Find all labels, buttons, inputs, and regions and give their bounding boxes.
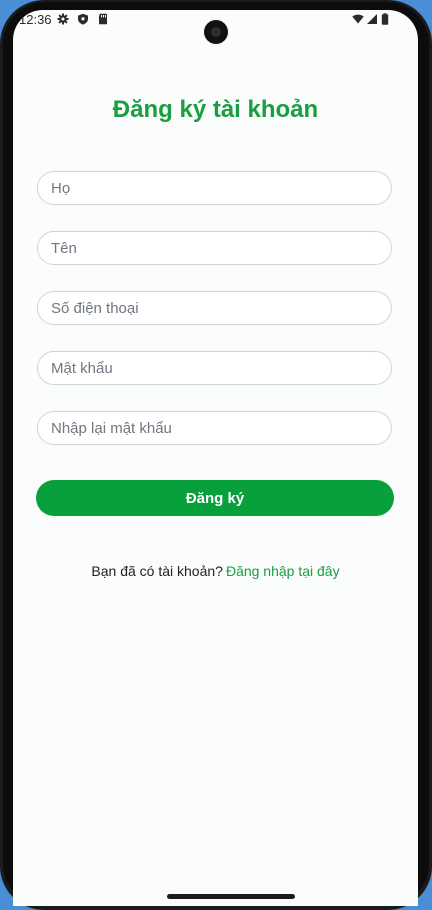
phone-frame: 12:36 bbox=[0, 0, 432, 910]
camera-lens bbox=[211, 27, 221, 37]
login-link[interactable]: Đăng nhập tại đây bbox=[226, 563, 340, 579]
gear-icon bbox=[57, 13, 69, 25]
confirm-password-input[interactable] bbox=[37, 411, 392, 445]
first-name-input[interactable] bbox=[37, 231, 392, 265]
login-prompt: Bạn đã có tài khoản?Đăng nhập tại đây bbox=[13, 563, 418, 579]
signal-icon bbox=[366, 13, 378, 25]
password-input[interactable] bbox=[37, 351, 392, 385]
login-question: Bạn đã có tài khoản? bbox=[91, 563, 223, 579]
shield-icon bbox=[77, 13, 89, 25]
phone-input[interactable] bbox=[37, 291, 392, 325]
sd-card-icon bbox=[97, 13, 109, 25]
app-screen: 12:36 bbox=[13, 10, 418, 890]
home-indicator[interactable] bbox=[167, 894, 295, 899]
gesture-nav-bar bbox=[13, 890, 418, 906]
page-title: Đăng ký tài khoản bbox=[13, 96, 418, 124]
status-time: 12:36 bbox=[19, 12, 52, 27]
last-name-input[interactable] bbox=[37, 171, 392, 205]
front-camera bbox=[204, 20, 228, 44]
wifi-icon bbox=[352, 13, 364, 25]
register-button[interactable]: Đăng ký bbox=[36, 480, 394, 516]
battery-icon bbox=[381, 13, 389, 25]
